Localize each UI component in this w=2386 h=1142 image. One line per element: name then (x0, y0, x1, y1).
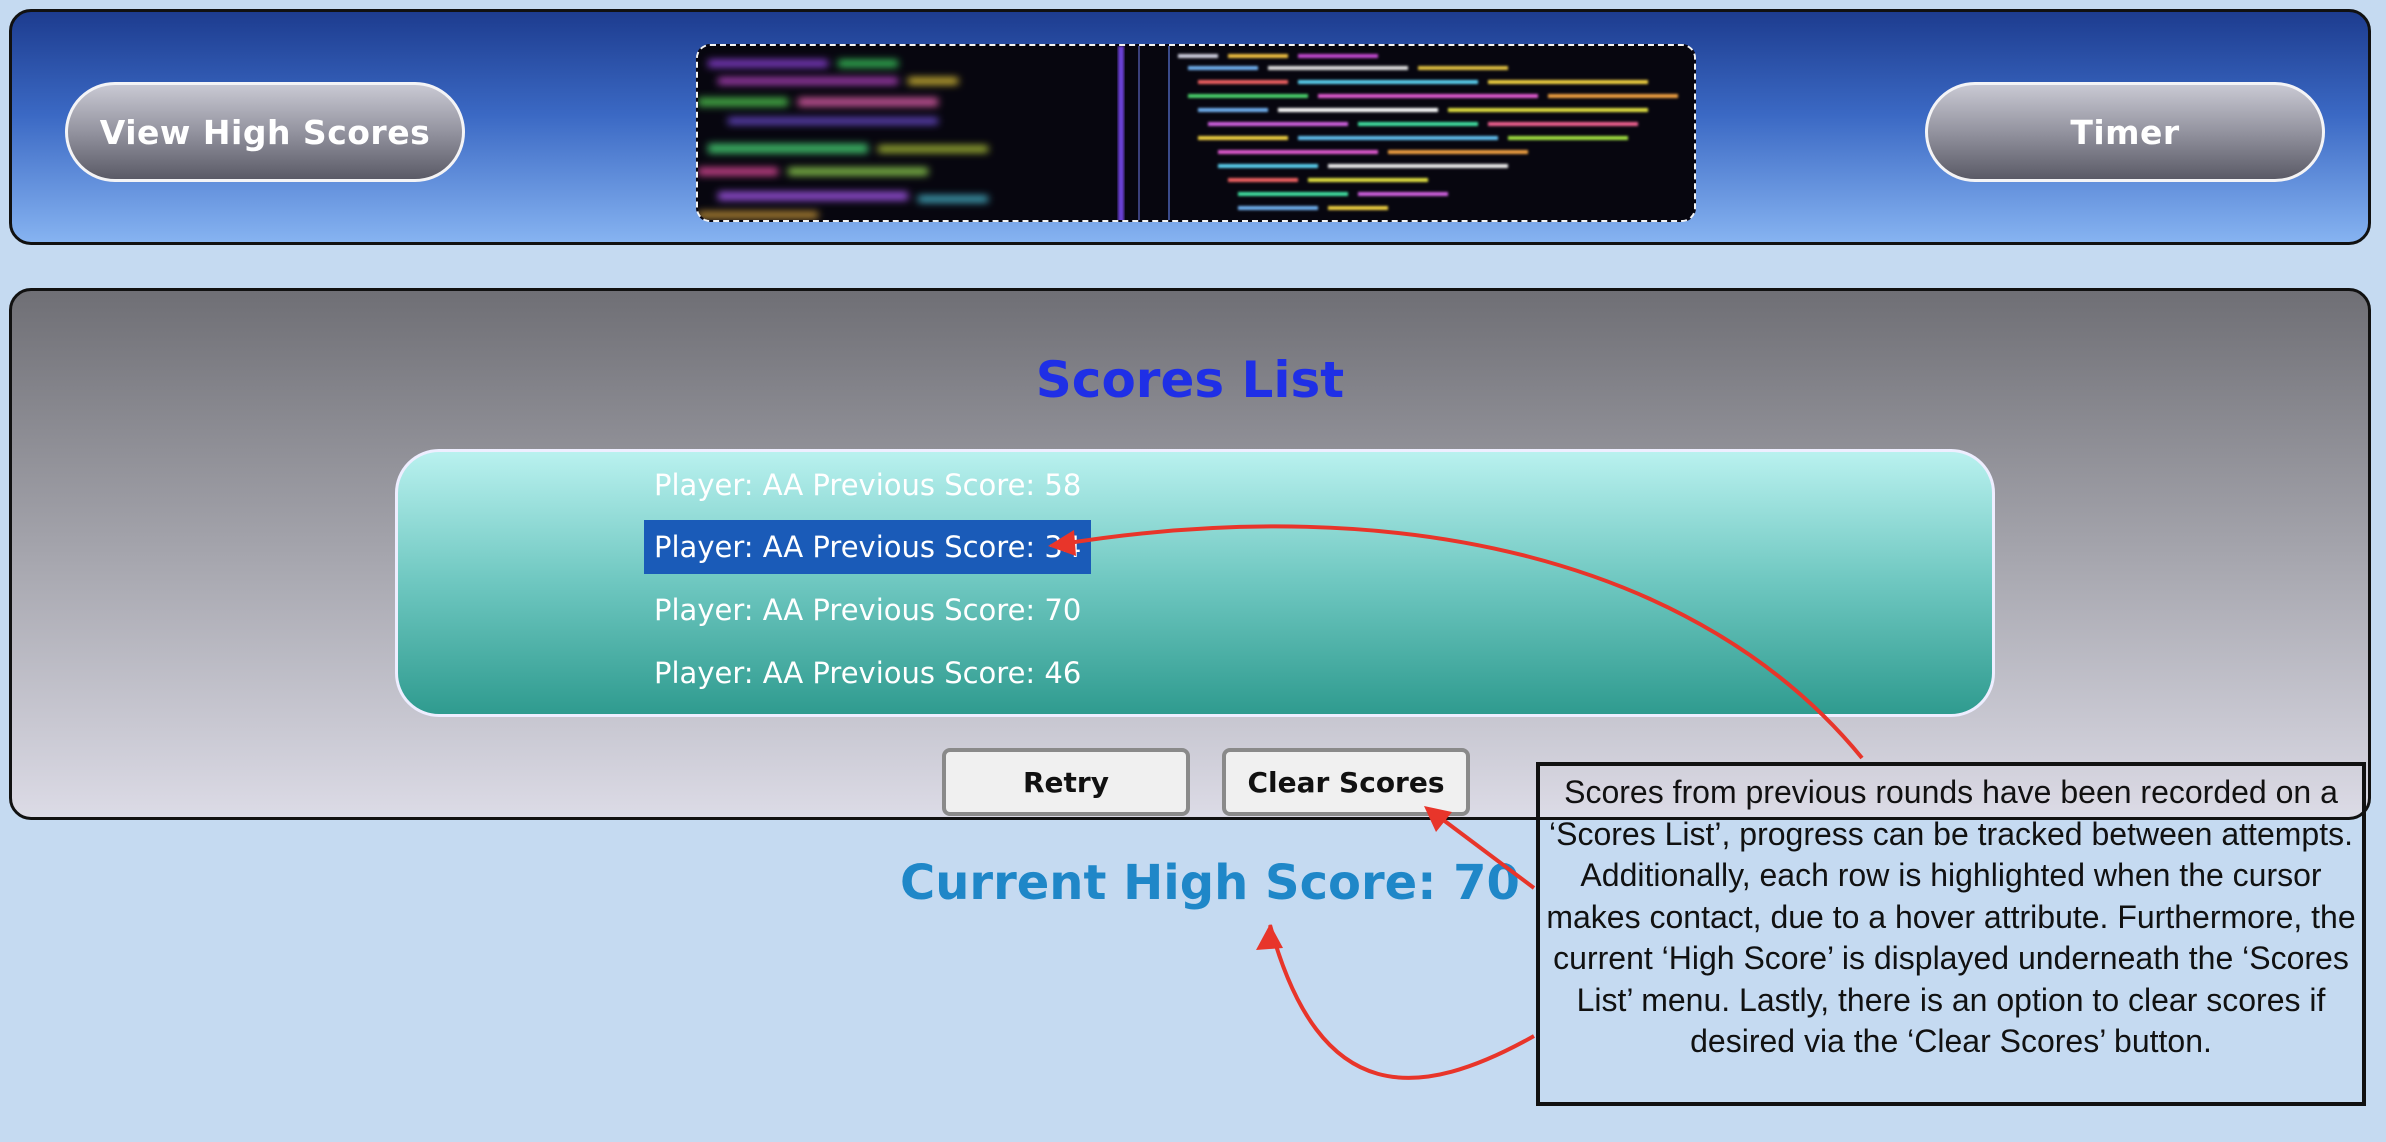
retry-button[interactable]: Retry (942, 748, 1190, 816)
score-row[interactable]: Player: AA Previous Score: 70 (644, 583, 1091, 637)
current-high-score: Current High Score: 70 (900, 855, 1520, 911)
score-row-highlighted[interactable]: Player: AA Previous Score: 34 (644, 520, 1092, 574)
arrow-to-high-score (1268, 924, 1535, 1080)
timer-button[interactable]: Timer (1925, 82, 2325, 182)
scores-list-title: Scores List (1035, 351, 1345, 409)
top-header-bar: View High Scores Timer (9, 9, 2371, 245)
code-banner-image (696, 44, 1696, 222)
score-row[interactable]: Player: AA Previous Score: 58 (644, 458, 1091, 512)
scores-list: Player: AA Previous Score: 58 Player: AA… (395, 449, 1995, 717)
scores-panel: Scores List Player: AA Previous Score: 5… (9, 288, 2371, 820)
clear-scores-button[interactable]: Clear Scores (1222, 748, 1470, 816)
score-row[interactable]: Player: AA Previous Score: 46 (644, 646, 1091, 700)
view-high-scores-button[interactable]: View High Scores (65, 82, 465, 182)
annotation-callout: Scores from previous rounds have been re… (1536, 762, 2366, 1106)
